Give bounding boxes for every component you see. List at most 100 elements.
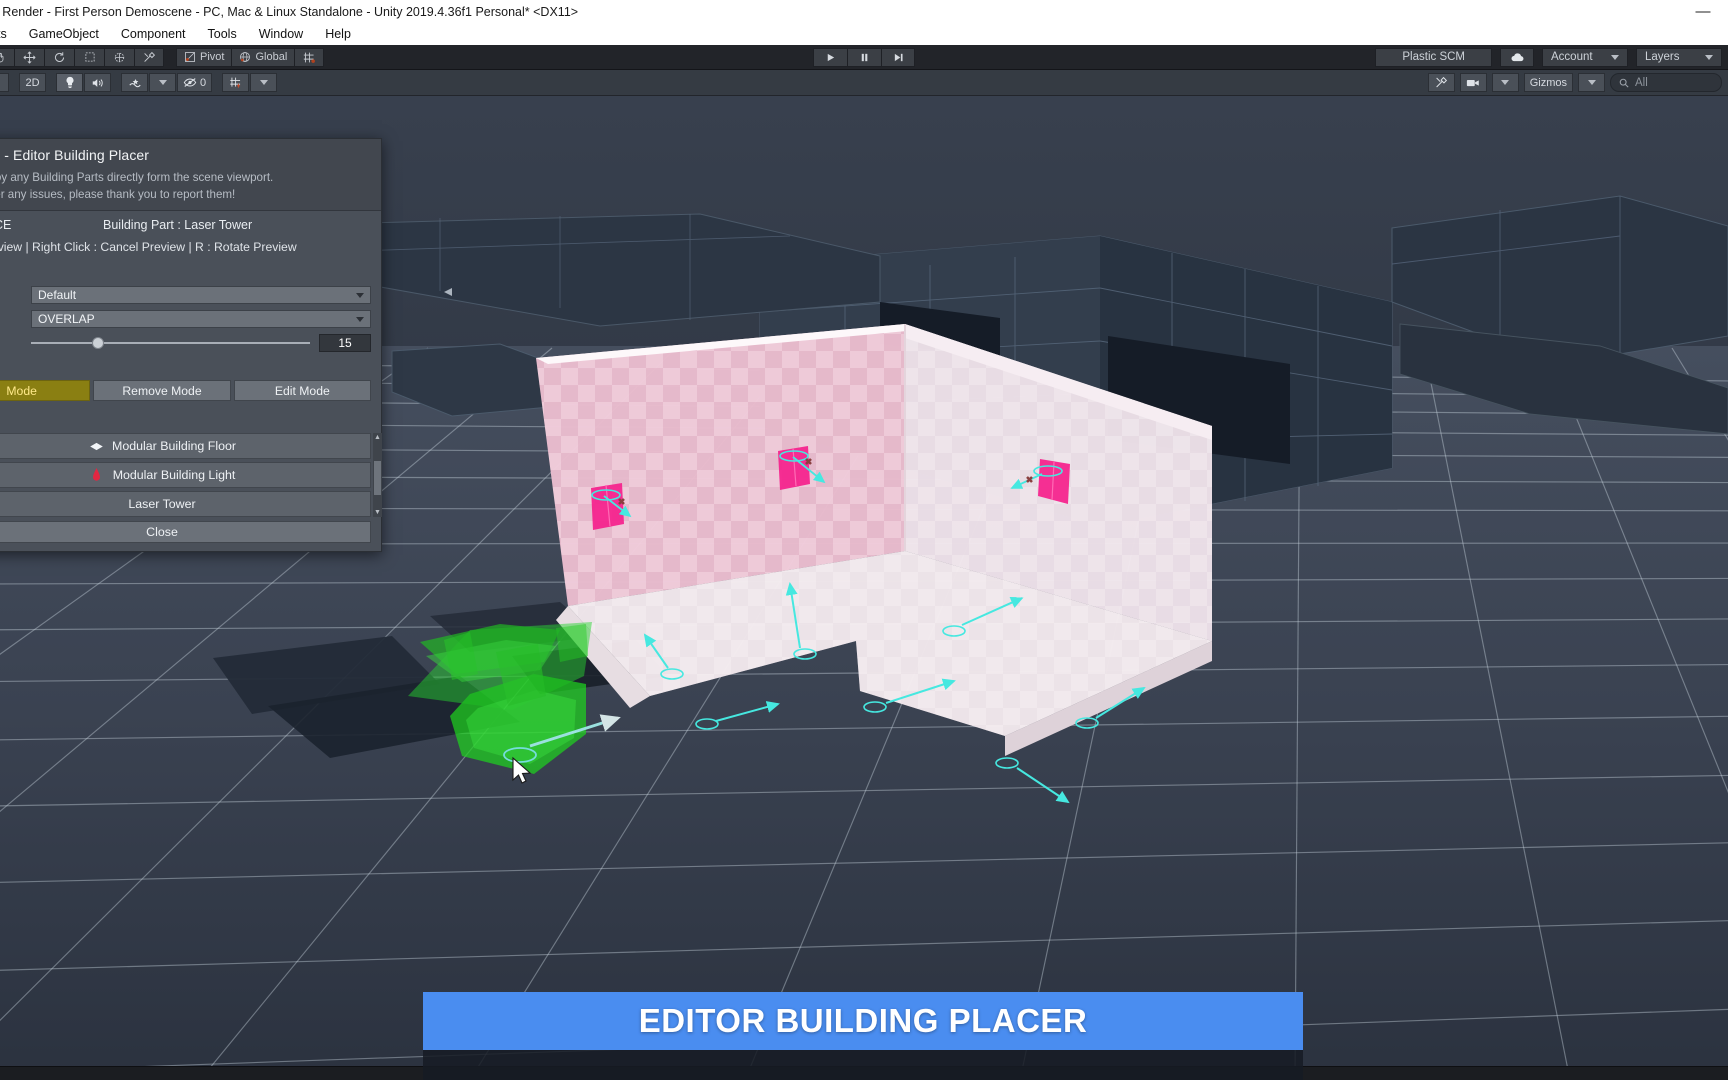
- ebp-close-button[interactable]: Close: [0, 521, 371, 543]
- ebp-parts-scrollbar[interactable]: ▲ ▼: [373, 433, 382, 517]
- account-label: Account: [1551, 51, 1593, 63]
- ebp-part-label: Modular Building Floor: [112, 439, 236, 453]
- shading-mode-dropdown[interactable]: [0, 73, 9, 92]
- menu-item-window[interactable]: Window: [248, 24, 314, 45]
- step-button[interactable]: [881, 47, 915, 67]
- move-tool-button[interactable]: [14, 47, 44, 67]
- editor-building-placer-window[interactable]: System - Editor Building Placer nd destr…: [0, 138, 382, 552]
- play-button[interactable]: [813, 47, 847, 67]
- menu-item-assets[interactable]: ts: [0, 24, 18, 45]
- scene-view-tools-icon[interactable]: [1427, 73, 1455, 92]
- search-icon: [1619, 78, 1629, 88]
- main-toolbar: Pivot Global Plastic SCM Account Layers: [0, 45, 1728, 70]
- scene-search-input[interactable]: All: [1610, 73, 1722, 92]
- ebp-window-title: System - Editor Building Placer: [0, 147, 150, 163]
- light-icon: [89, 468, 105, 482]
- scene-fx-icon[interactable]: [121, 73, 148, 92]
- chevron-down-icon: [1587, 80, 1596, 85]
- menu-item-tools[interactable]: Tools: [197, 24, 248, 45]
- ebp-description-line-2: encounter any issues, please thank you t…: [0, 188, 236, 201]
- chevron-down-icon: [259, 80, 268, 85]
- layers-dropdown[interactable]: Layers: [1636, 47, 1722, 67]
- account-dropdown[interactable]: Account: [1542, 47, 1628, 67]
- scene-grid-icon[interactable]: [222, 73, 250, 92]
- cloud-icon[interactable]: [1500, 47, 1534, 67]
- ebp-remove-mode-button[interactable]: Remove Mode: [93, 380, 231, 401]
- ebp-angle-label: gle :: [0, 336, 31, 350]
- floor-icon: [88, 442, 104, 451]
- ebp-part-label: Modular Building Light: [112, 468, 236, 482]
- rotate-tool-button[interactable]: [44, 47, 74, 67]
- ebp-header: System - Editor Building Placer nd destr…: [0, 139, 381, 210]
- pivot-label: Pivot: [200, 51, 225, 63]
- ebp-mode-select[interactable]: OVERLAP: [31, 310, 371, 328]
- ebp-angle-slider-handle[interactable]: [92, 337, 105, 349]
- ebp-parts-title: rts: [0, 411, 371, 426]
- plastic-scm-button[interactable]: Plastic SCM: [1375, 47, 1492, 67]
- scene-view-toolbar: 2D 0 Gizmos All: [0, 70, 1728, 96]
- promo-banner: EDITOR BUILDING PLACER Build now directl…: [423, 992, 1303, 1080]
- rect-tool-button[interactable]: [74, 47, 104, 67]
- scene-search-placeholder: All: [1635, 76, 1648, 89]
- ebp-parts-scroll-thumb[interactable]: [374, 461, 381, 495]
- ebp-layer-select[interactable]: Default: [31, 286, 371, 304]
- ebp-layer-field: er : Default: [0, 286, 371, 304]
- ebp-settings-title: ttings: [0, 264, 371, 279]
- unity-editor-window: tem Render - First Person Demoscene - PC…: [0, 0, 1728, 1080]
- ebp-angle-slider[interactable]: [31, 337, 310, 349]
- ebp-angle-field: gle : 15: [0, 334, 371, 352]
- ebp-hints: lace Preview | Right Click : Cancel Prev…: [0, 240, 297, 254]
- pivot-global-group: Pivot Global: [176, 47, 325, 67]
- chevron-down-icon: [1705, 54, 1713, 60]
- toggle-2d-button[interactable]: 2D: [19, 73, 46, 92]
- scale-tool-button[interactable]: [104, 47, 134, 67]
- menu-item-gameobject[interactable]: GameObject: [18, 24, 110, 45]
- ebp-part-label: Laser Tower: [128, 497, 196, 511]
- play-controls: [813, 47, 915, 67]
- layers-label: Layers: [1645, 51, 1680, 63]
- scene-lighting-icon[interactable]: [56, 73, 83, 92]
- ebp-modes-title: des: [0, 358, 371, 373]
- ebp-layer-label: er :: [0, 288, 31, 302]
- ebp-modes-row: Mode Remove Mode Edit Mode: [0, 380, 371, 401]
- ebp-mode-status: e : PLACE: [0, 218, 12, 232]
- scroll-down-icon[interactable]: ▼: [374, 509, 381, 516]
- scene-audio-icon[interactable]: [84, 73, 111, 92]
- scene-grid-dropdown[interactable]: [250, 73, 278, 92]
- ebp-mode-value: OVERLAP: [38, 312, 95, 326]
- ebp-part-modular-building-light[interactable]: Modular Building Light: [0, 462, 371, 488]
- window-title-bar: tem Render - First Person Demoscene - PC…: [0, 0, 1728, 24]
- ebp-layer-value: Default: [38, 288, 77, 302]
- hidden-objects-toggle[interactable]: 0: [177, 73, 213, 92]
- minimize-button[interactable]: —: [1688, 0, 1718, 24]
- chevron-down-icon: [158, 80, 167, 85]
- ebp-place-mode-button[interactable]: Mode: [0, 380, 91, 401]
- menu-item-component[interactable]: Component: [110, 24, 197, 45]
- ebp-angle-value[interactable]: 15: [319, 334, 371, 352]
- scene-viewport[interactable]: System - Editor Building Placer nd destr…: [0, 96, 1728, 1080]
- ebp-part-laser-tower[interactable]: Laser Tower: [0, 491, 371, 517]
- grid-snap-button[interactable]: [294, 47, 325, 67]
- scene-fx-dropdown[interactable]: [149, 73, 176, 92]
- scroll-up-icon[interactable]: ▲: [374, 434, 381, 441]
- ebp-description-line-1: nd destroy any Building Parts directly f…: [0, 171, 274, 184]
- ebp-mode-field: e : OVERLAP: [0, 310, 371, 328]
- gizmos-dropdown[interactable]: [1578, 73, 1605, 92]
- ebp-edit-mode-button[interactable]: Edit Mode: [233, 380, 371, 401]
- global-label: Global: [255, 51, 288, 63]
- custom-tool-button[interactable]: [134, 47, 164, 67]
- transform-tools-group: [0, 47, 164, 67]
- chevron-down-icon: [1611, 54, 1619, 60]
- menu-bar: ts GameObject Component Tools Window Hel…: [0, 24, 1728, 45]
- ebp-building-part-status: Building Part : Laser Tower: [103, 218, 253, 232]
- pause-button[interactable]: [847, 47, 881, 67]
- pivot-toggle-button[interactable]: Pivot: [176, 47, 232, 67]
- global-toggle-button[interactable]: Global: [231, 47, 295, 67]
- chevron-down-icon: [1501, 80, 1510, 85]
- ebp-part-modular-building-floor[interactable]: Modular Building Floor: [0, 433, 371, 459]
- hand-tool-button[interactable]: [0, 47, 14, 67]
- scene-camera-icon[interactable]: [1459, 73, 1487, 92]
- scene-camera-dropdown[interactable]: [1491, 73, 1519, 92]
- gizmos-button[interactable]: Gizmos: [1523, 73, 1573, 92]
- menu-item-help[interactable]: Help: [314, 24, 362, 45]
